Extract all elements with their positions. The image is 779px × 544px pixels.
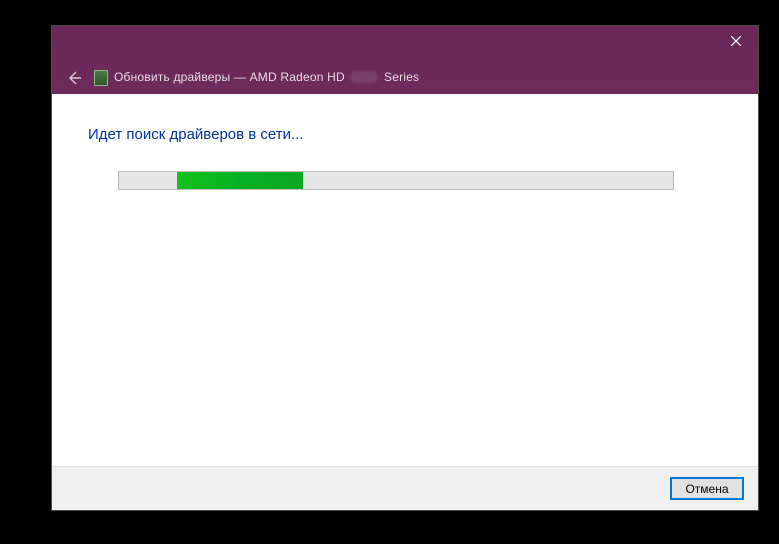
driver-update-dialog: Обновить драйверы — AMD Radeon HD Series…: [52, 26, 758, 510]
close-icon: [731, 36, 741, 46]
device-icon: [94, 70, 108, 86]
close-button[interactable]: [713, 26, 758, 56]
progress-bar: [118, 171, 674, 190]
footer: Отмена: [52, 466, 758, 510]
back-button[interactable]: [62, 66, 86, 90]
content-area: Идет поиск драйверов в сети...: [52, 94, 758, 466]
title-redacted: [350, 71, 378, 83]
title-suffix: Series: [384, 70, 419, 84]
back-arrow-icon: [66, 70, 82, 86]
titlebar: Обновить драйверы — AMD Radeon HD Series: [52, 26, 758, 94]
progress-bar-fill: [177, 172, 303, 189]
title-prefix: Обновить драйверы — AMD Radeon HD: [114, 70, 345, 84]
cancel-button[interactable]: Отмена: [670, 477, 744, 500]
status-message: Идет поиск драйверов в сети...: [88, 126, 722, 143]
window-title: Обновить драйверы — AMD Radeon HD Series: [114, 70, 419, 84]
